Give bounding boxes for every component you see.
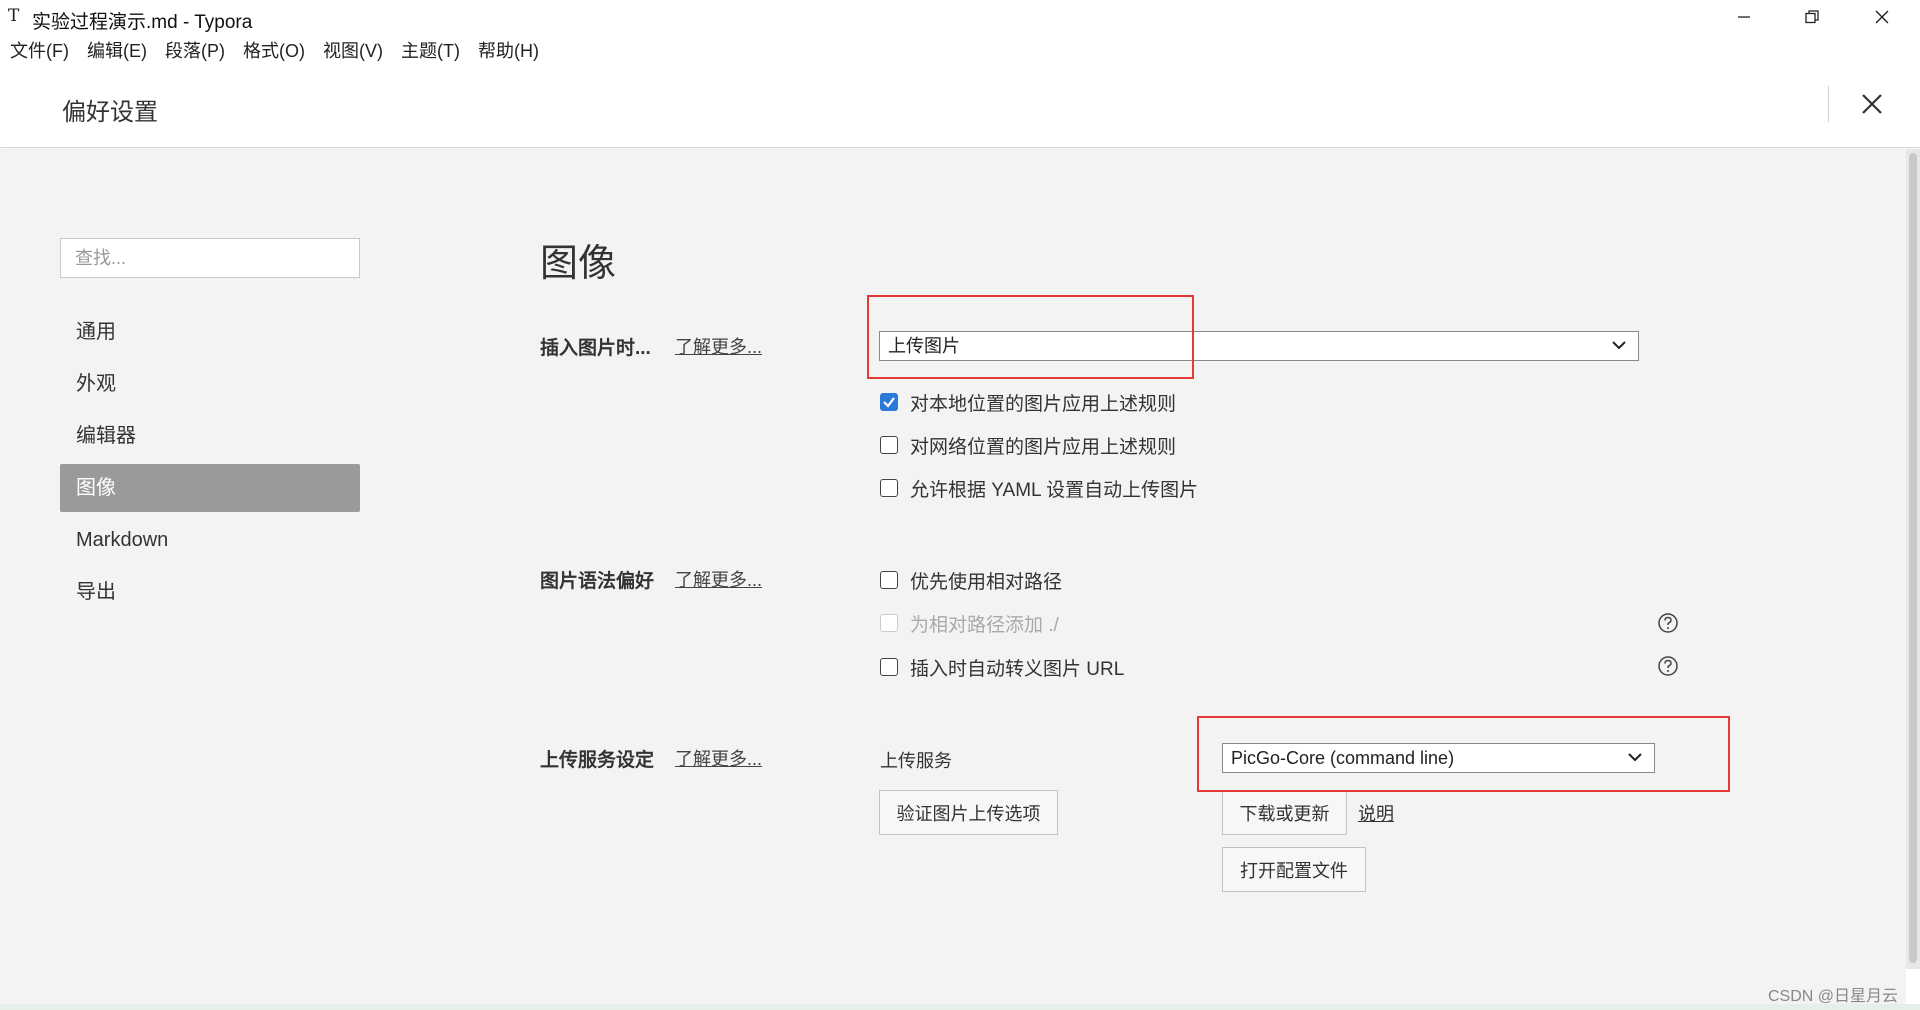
chevron-down-icon: [1612, 341, 1626, 350]
menu-view[interactable]: 视图(V): [314, 36, 392, 66]
watermark: CSDN @日星月云: [1768, 988, 1899, 1005]
typora-app-icon: T: [8, 6, 20, 26]
sidebar-item-image[interactable]: 图像: [60, 464, 360, 512]
relative-path-checkbox-row[interactable]: 优先使用相对路径: [880, 567, 1062, 593]
menu-file[interactable]: 文件(F): [0, 36, 78, 66]
dot-slash-checkbox: [880, 614, 898, 632]
apply-network-label: 对网络位置的图片应用上述规则: [910, 436, 1177, 458]
close-icon: [1862, 94, 1882, 114]
bottom-strip: [0, 1004, 1920, 1010]
sidebar-item-markdown[interactable]: Markdown: [60, 516, 360, 564]
menu-edit[interactable]: 编辑(E): [78, 36, 156, 66]
insert-image-select-value: 上传图片: [888, 336, 960, 356]
scrollbar-thumb[interactable]: [1909, 153, 1917, 963]
restore-button[interactable]: [1778, 0, 1846, 34]
insert-learn-more-link[interactable]: 了解更多...: [675, 333, 762, 359]
upload-learn-more-link[interactable]: 了解更多...: [675, 745, 762, 771]
apply-local-label: 对本地位置的图片应用上述规则: [910, 393, 1177, 415]
dot-slash-label: 为相对路径添加 ./: [910, 614, 1059, 636]
upload-service-select-value: PicGo-Core (command line): [1231, 748, 1455, 768]
preferences-header: 偏好设置: [0, 68, 1920, 148]
preferences-close-button[interactable]: [1852, 84, 1892, 124]
image-syntax-label: 图片语法偏好: [540, 571, 655, 592]
section-heading: 图像: [540, 243, 617, 285]
download-update-button[interactable]: 下载或更新: [1222, 790, 1347, 835]
chevron-down-icon: [1628, 753, 1642, 762]
menu-bar: 文件(F) 编辑(E) 段落(P) 格式(O) 视图(V) 主题(T) 帮助(H…: [0, 36, 548, 66]
title-bar: T 实验过程演示.md - Typora: [0, 0, 1920, 34]
preferences-title: 偏好设置: [62, 99, 158, 126]
sidebar-item-export[interactable]: 导出: [60, 568, 360, 616]
verify-upload-button[interactable]: 验证图片上传选项: [879, 790, 1058, 835]
dot-slash-checkbox-row: 为相对路径添加 ./: [880, 610, 1059, 636]
apply-local-checkbox-row[interactable]: 对本地位置的图片应用上述规则: [880, 389, 1176, 415]
open-config-button[interactable]: 打开配置文件: [1222, 847, 1366, 892]
yaml-upload-label: 允许根据 YAML 设置自动上传图片: [910, 479, 1199, 501]
upload-service-select[interactable]: PicGo-Core (command line): [1222, 743, 1655, 773]
apply-local-checkbox[interactable]: [880, 393, 898, 411]
sidebar-item-appearance[interactable]: 外观: [60, 360, 360, 408]
help-icon[interactable]: [1657, 655, 1679, 677]
insert-image-label: 插入图片时...: [540, 338, 651, 359]
sidebar-item-editor[interactable]: 编辑器: [60, 412, 360, 460]
window-close-button[interactable]: [1848, 0, 1916, 34]
relative-path-checkbox[interactable]: [880, 571, 898, 589]
sidebar-item-general[interactable]: 通用: [60, 308, 360, 356]
header-divider: [1828, 86, 1829, 122]
close-icon: [1875, 10, 1889, 24]
escape-url-checkbox[interactable]: [880, 658, 898, 676]
upload-service-label: 上传服务: [880, 751, 952, 771]
menu-format[interactable]: 格式(O): [234, 36, 314, 66]
explain-link[interactable]: 说明: [1358, 800, 1394, 826]
apply-network-checkbox-row[interactable]: 对网络位置的图片应用上述规则: [880, 432, 1176, 458]
apply-network-checkbox[interactable]: [880, 436, 898, 454]
restore-icon: [1805, 10, 1819, 24]
yaml-upload-checkbox-row[interactable]: 允许根据 YAML 设置自动上传图片: [880, 475, 1198, 501]
checkmark-icon: [883, 397, 895, 408]
insert-image-select[interactable]: 上传图片: [879, 331, 1639, 361]
syntax-learn-more-link[interactable]: 了解更多...: [675, 566, 762, 592]
upload-service-settings-label: 上传服务设定: [540, 750, 655, 771]
menu-paragraph[interactable]: 段落(P): [156, 36, 234, 66]
scrollbar[interactable]: [1906, 149, 1920, 969]
escape-url-label: 插入时自动转义图片 URL: [910, 658, 1125, 680]
search-input[interactable]: 查找...: [60, 238, 360, 278]
minimize-icon: [1738, 16, 1750, 18]
help-icon[interactable]: [1657, 612, 1679, 634]
menu-themes[interactable]: 主题(T): [392, 36, 469, 66]
escape-url-checkbox-row[interactable]: 插入时自动转义图片 URL: [880, 654, 1124, 680]
relative-path-label: 优先使用相对路径: [910, 571, 1063, 593]
window-title: 实验过程演示.md - Typora: [32, 12, 253, 33]
menu-help[interactable]: 帮助(H): [469, 36, 548, 66]
minimize-button[interactable]: [1710, 0, 1778, 34]
yaml-upload-checkbox[interactable]: [880, 479, 898, 497]
